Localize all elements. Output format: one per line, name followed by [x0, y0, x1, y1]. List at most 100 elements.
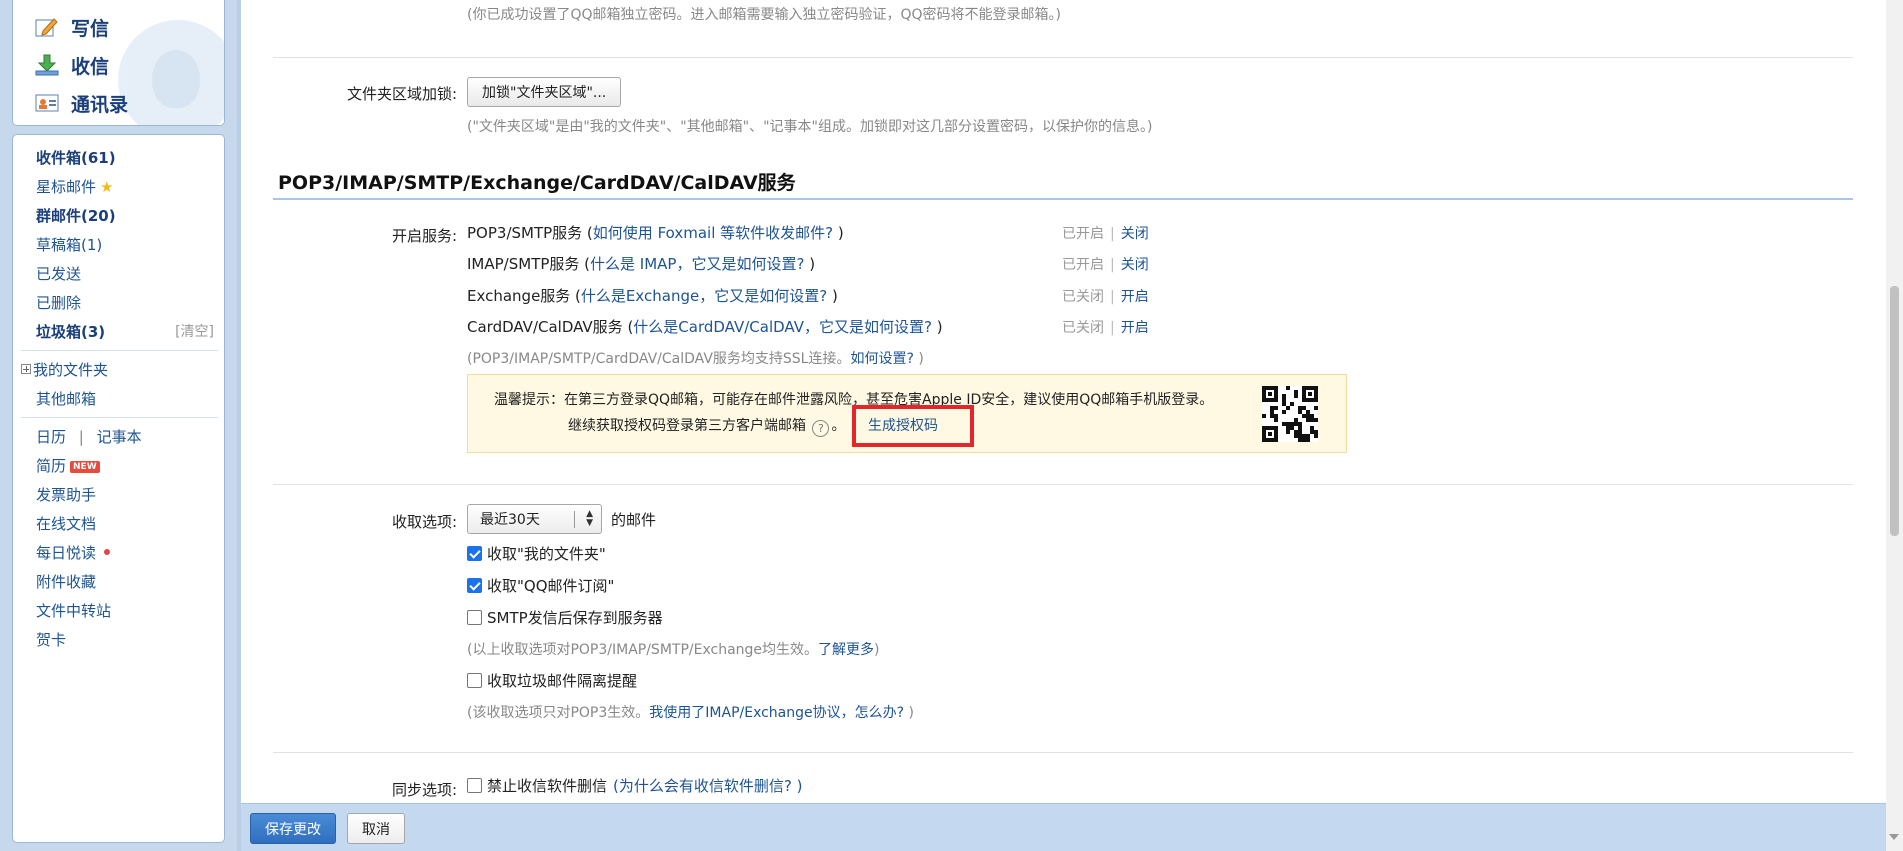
divider [273, 57, 1853, 58]
compose-button[interactable]: 写信 [35, 12, 109, 42]
qr-module [1274, 406, 1278, 410]
qr-module [1262, 414, 1266, 418]
no-delete-checkbox[interactable] [467, 778, 482, 793]
open-carddav-link[interactable]: 开启 [1121, 320, 1149, 336]
service-name: Exchange服务 ( [467, 287, 581, 305]
sidebar-item-my-folders[interactable]: 我的文件夹 [21, 359, 108, 380]
service-name: POP3/SMTP服务 ( [467, 224, 593, 242]
ssl-note-text: (POP3/IMAP/SMTP/CardDAV/CalDAV服务均支持SSL连接… [467, 351, 851, 367]
note-text: (该收取选项只对POP3生效。 [467, 705, 650, 721]
new-badge: NEW [70, 461, 100, 473]
folder-lock-label: 文件夹区域加锁: [346, 85, 457, 103]
sync-options-label: 同步选项: [391, 781, 457, 799]
receive-qq-subscription-checkbox[interactable] [467, 578, 482, 593]
sidebar-item-attachments[interactable]: 附件收藏 [36, 571, 96, 592]
sidebar-item-calendar[interactable]: 日历 [36, 428, 66, 446]
sidebar-divider [21, 350, 218, 351]
qr-module [1286, 386, 1290, 390]
sidebar-calendar-notebook: 日历 | 记事本 [36, 426, 142, 447]
qr-module [1282, 410, 1286, 414]
sidebar-item-drafts[interactable]: 草稿箱(1) [36, 234, 102, 255]
ssl-note-close: ) [913, 351, 924, 367]
service-help-link[interactable]: 什么是Exchange，它又是如何设置? [581, 287, 827, 305]
close-pop3-link[interactable]: 关闭 [1121, 226, 1149, 242]
sidebar-divider [21, 417, 218, 418]
settings-content: (你已成功设置了QQ邮箱独立密码。进入邮箱需要输入独立密码验证，QQ密码将不能登… [241, 0, 1886, 803]
sidebar-item-greeting-cards[interactable]: 贺卡 [36, 629, 66, 650]
select-arrows-icon: ▲ ▼ [586, 509, 593, 528]
separator: | [1110, 289, 1115, 305]
service-help-link[interactable]: 什么是CardDAV/CalDAV，它又是如何设置? [633, 318, 932, 336]
expand-plus-icon[interactable] [21, 364, 31, 374]
cancel-button[interactable]: 取消 [347, 813, 405, 844]
contacts-label: 通讯录 [71, 93, 129, 116]
sidebar-item-file-transfer[interactable]: 文件中转站 [36, 600, 111, 621]
services-label: 开启服务: [391, 227, 457, 245]
separator: | [1110, 257, 1115, 273]
sidebar-item-starred[interactable]: 星标邮件 ★ [36, 176, 113, 197]
sidebar-item-other-mailbox[interactable]: 其他邮箱 [36, 388, 96, 409]
imap-exchange-help-link[interactable]: 我使用了IMAP/Exchange协议，怎么办? [649, 705, 904, 721]
spam-reminder-checkbox[interactable] [467, 673, 482, 688]
qr-module [1268, 432, 1272, 436]
sidebar-item-notebook[interactable]: 记事本 [97, 428, 142, 446]
separator: | [1110, 226, 1115, 242]
sidebar-item-inbox[interactable]: 收件箱(61) [36, 147, 116, 168]
qr-module [1308, 392, 1312, 396]
receive-my-folders-option[interactable]: 收取"我的文件夹" [467, 543, 606, 564]
note-close: ) [904, 705, 914, 721]
receive-range-select[interactable]: 最近30天 ▲ ▼ [467, 504, 602, 534]
lock-folder-area-button[interactable]: 加锁"文件夹区域"... [467, 77, 622, 107]
smtp-save-checkbox[interactable] [467, 610, 482, 625]
sidebar-item-online-docs[interactable]: 在线文档 [36, 513, 96, 534]
scroll-down-arrow-icon[interactable] [1889, 834, 1899, 840]
receive-options-note: (以上收取选项对POP3/IMAP/SMTP/Exchange均生效。了解更多) [467, 639, 880, 659]
sidebar-item-spam[interactable]: 垃圾箱(3) [36, 321, 105, 342]
service-imap-smtp: IMAP/SMTP服务 (什么是 IMAP，它又是如何设置? ) [467, 253, 815, 274]
help-question-icon[interactable]: ? [812, 420, 830, 437]
select-divider [574, 511, 575, 528]
sidebar-item-deleted[interactable]: 已删除 [36, 292, 81, 313]
pencil-icon [35, 16, 59, 38]
qr-module [1314, 434, 1318, 438]
service-status-pop3: 已开启 | 关闭 [1062, 223, 1149, 243]
service-status-carddav: 已关闭 | 开启 [1062, 317, 1149, 337]
contacts-button[interactable]: 通讯录 [35, 88, 128, 118]
inbox-button[interactable]: 收信 [35, 50, 109, 80]
receive-my-folders-checkbox[interactable] [467, 546, 482, 561]
page-scrollbar[interactable] [1886, 0, 1903, 851]
scrollbar-thumb[interactable] [1890, 286, 1899, 536]
learn-more-link[interactable]: 了解更多 [818, 642, 874, 658]
qr-module [1274, 418, 1278, 422]
sidebar-item-daily-reading[interactable]: 每日悦读 [36, 542, 111, 563]
status-text: 已开启 [1062, 257, 1104, 273]
separator: | [1110, 320, 1115, 336]
sidebar-item-resume[interactable]: 简历 NEW [36, 455, 100, 476]
folder-panel: 收件箱(61) 星标邮件 ★ 群邮件(20) 草稿箱(1) 已发送 已删除 垃圾箱… [12, 134, 225, 843]
daily-reading-label: 每日悦读 [36, 544, 97, 562]
service-carddav-caldav: CardDAV/CalDAV服务 (什么是CardDAV/CalDAV，它又是如… [467, 316, 943, 337]
status-text: 已关闭 [1062, 289, 1104, 305]
why-delete-link[interactable]: (为什么会有收信软件删信? ) [613, 775, 802, 796]
qr-module [1286, 430, 1290, 434]
open-exchange-link[interactable]: 开启 [1121, 289, 1149, 305]
starred-label: 星标邮件 [36, 178, 97, 196]
separator: | [78, 428, 84, 446]
qr-module [1306, 438, 1310, 442]
receive-range-value: 最近30天 [480, 512, 540, 528]
sidebar-item-group-mail[interactable]: 群邮件(20) [36, 205, 116, 226]
sidebar-item-invoice[interactable]: 发票助手 [36, 484, 96, 505]
quick-actions-panel: 写信 收信 通讯录 [12, 0, 225, 126]
receive-qq-subscription-option[interactable]: 收取"QQ邮件订阅" [467, 575, 614, 596]
spam-reminder-option[interactable]: 收取垃圾邮件隔离提醒 [467, 670, 637, 691]
ssl-setup-link[interactable]: 如何设置? [850, 351, 913, 367]
service-help-link[interactable]: 如何使用 Foxmail 等软件收发邮件? [593, 224, 833, 242]
no-delete-option[interactable]: 禁止收信软件删信 (为什么会有收信软件删信? ) [467, 775, 802, 796]
smtp-save-option[interactable]: SMTP发信后保存到服务器 [467, 607, 663, 628]
clear-spam-link[interactable]: [清空] [175, 321, 214, 341]
close-imap-link[interactable]: 关闭 [1121, 257, 1149, 273]
service-help-link[interactable]: 什么是 IMAP，它又是如何设置? [590, 255, 804, 273]
save-changes-button[interactable]: 保存更改 [250, 813, 336, 844]
sidebar-item-sent[interactable]: 已发送 [36, 263, 81, 284]
independent-password-note: (你已成功设置了QQ邮箱独立密码。进入邮箱需要输入独立密码验证，QQ密码将不能登… [467, 7, 1061, 23]
